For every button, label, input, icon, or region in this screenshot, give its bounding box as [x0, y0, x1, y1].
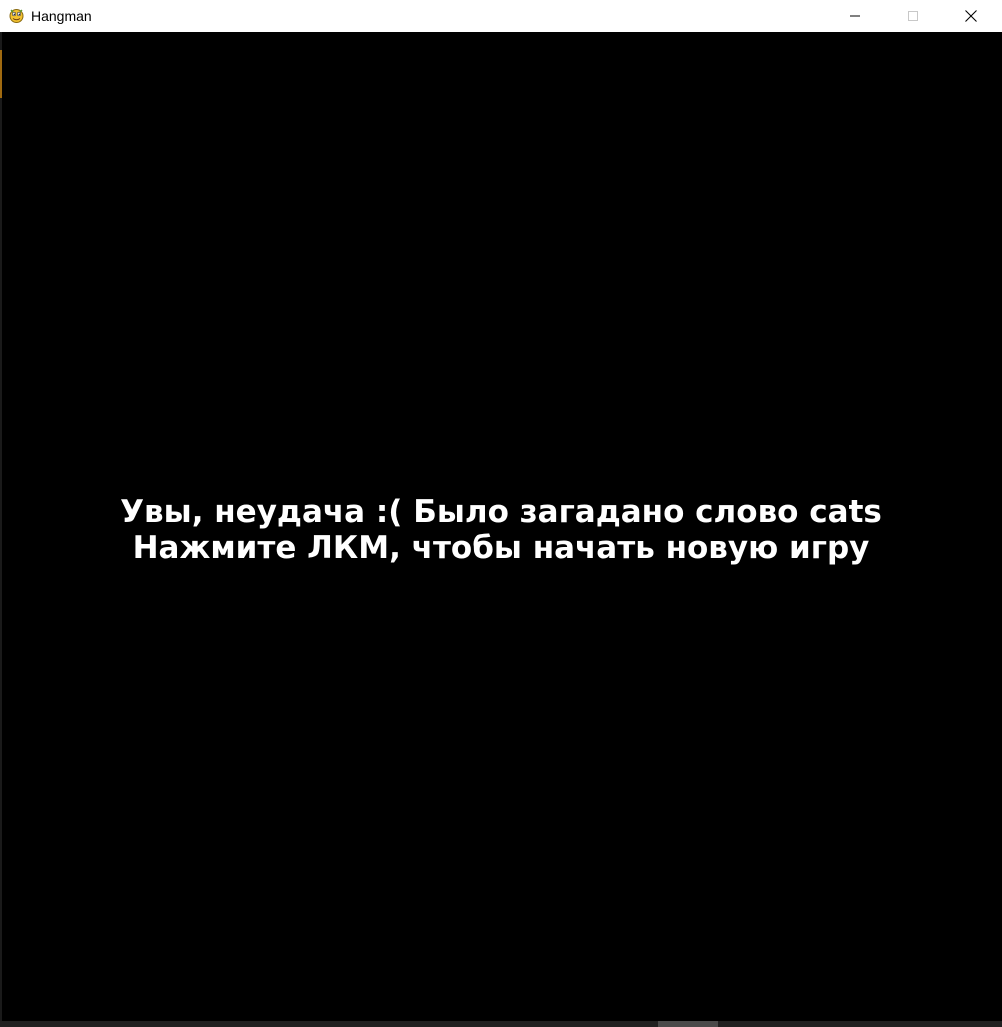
- taskbar-strip: [0, 1021, 1002, 1027]
- game-window: Hangman Увы, неудача :( Было загадано сл…: [0, 0, 1002, 1027]
- title-bar[interactable]: Hangman: [0, 0, 1002, 32]
- game-over-line-1: Увы, неудача :( Было загадано слово cats: [120, 494, 882, 530]
- close-icon: [965, 10, 977, 22]
- pygame-snake-icon: [8, 7, 25, 24]
- minimize-button[interactable]: [826, 0, 884, 32]
- window-left-edge-accent: [0, 50, 2, 98]
- window-title: Hangman: [31, 8, 92, 24]
- restart-prompt-line: Нажмите ЛКМ, чтобы начать новую игру: [132, 530, 870, 566]
- game-over-message: Увы, неудача :( Было загадано слово cats…: [0, 494, 1002, 566]
- maximize-button[interactable]: [884, 0, 942, 32]
- maximize-icon: [908, 11, 918, 21]
- minimize-icon: [850, 15, 860, 17]
- close-button[interactable]: [942, 0, 1000, 32]
- taskbar-active-item[interactable]: [658, 1021, 718, 1027]
